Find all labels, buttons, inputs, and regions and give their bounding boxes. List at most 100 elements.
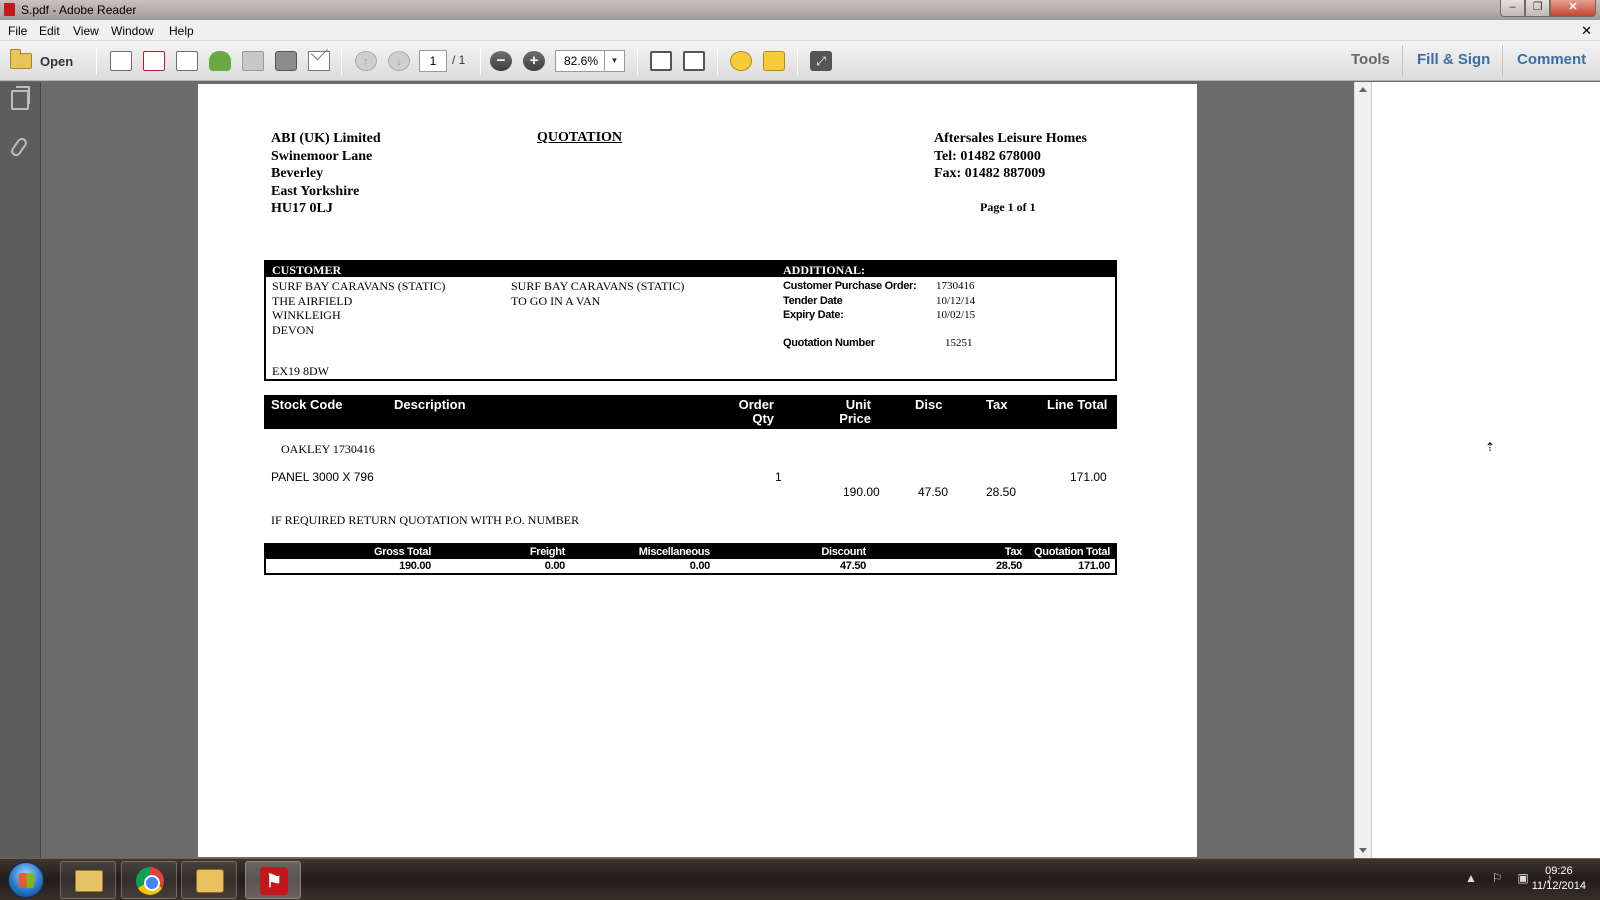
col-qty-label: Qty xyxy=(752,411,774,426)
line-disc: 47.50 xyxy=(918,485,949,499)
delivery-address: SURF BAY CARAVANS (STATIC) TO GO IN A VA… xyxy=(511,279,684,308)
scroll-down-icon[interactable] xyxy=(1359,848,1367,853)
discount-label: Discount xyxy=(821,546,866,558)
tender-date-label: Tender Date xyxy=(783,294,843,307)
zoom-in-icon[interactable]: + xyxy=(523,51,545,71)
open-label: Open xyxy=(40,53,74,69)
col-unit-price: Unit Price xyxy=(831,398,871,426)
show-hidden-icons-icon[interactable]: ▲ xyxy=(1464,871,1478,885)
export-pdf-icon[interactable] xyxy=(143,51,165,71)
highlight-icon[interactable] xyxy=(763,51,785,71)
customer-address-line: WINKLEIGH xyxy=(272,308,341,322)
full-screen-icon[interactable]: ⤢ xyxy=(810,51,832,71)
start-button[interactable] xyxy=(8,862,44,898)
close-button[interactable]: ✕ xyxy=(1550,0,1596,17)
taskbar: ⚑ ▲ ⚐ ▣ ♪ 09:26 11/12/2014 xyxy=(0,858,1600,900)
toolbar-divider xyxy=(96,47,97,75)
taskbar-reader-button[interactable]: ⚑ xyxy=(245,861,301,899)
email-icon[interactable] xyxy=(308,51,330,71)
tools-pane-button[interactable]: Tools xyxy=(1351,51,1390,68)
upload-cloud-icon[interactable] xyxy=(209,51,231,71)
zoom-select[interactable]: 82.6% ▼ xyxy=(555,50,625,72)
toolbar-divider xyxy=(797,47,798,75)
company-street: Swinemoor Lane xyxy=(271,148,373,164)
menu-window[interactable]: Window xyxy=(111,24,154,38)
restore-button[interactable]: ❐ xyxy=(1525,0,1550,17)
supplier-fax: Fax: 01482 887009 xyxy=(934,166,1046,181)
taskbar-outlook-button[interactable] xyxy=(181,861,237,899)
delivery-address-line: TO GO IN A VAN xyxy=(511,293,601,308)
next-page-icon[interactable]: ↓ xyxy=(388,51,410,71)
scroll-up-icon[interactable] xyxy=(1359,87,1367,92)
menu-view[interactable]: View xyxy=(73,24,99,38)
system-clock[interactable]: 09:26 11/12/2014 xyxy=(1532,864,1586,894)
print-icon[interactable] xyxy=(275,51,297,71)
discount-value: 47.50 xyxy=(839,560,866,572)
toolbar-divider xyxy=(341,47,342,75)
page-total: / 1 xyxy=(452,53,466,67)
taskbar-explorer-button[interactable] xyxy=(60,861,116,899)
tools-side-panel: ⇡ xyxy=(1371,82,1600,858)
toolbar-divider xyxy=(480,47,481,75)
window-title: S.pdf - Adobe Reader xyxy=(21,3,137,17)
clock-time: 09:26 xyxy=(1545,865,1573,877)
action-center-flag-icon[interactable]: ⚐ xyxy=(1490,871,1504,885)
fit-page-icon[interactable] xyxy=(683,51,705,71)
supplier-name: Aftersales Leisure Homes xyxy=(934,131,1087,146)
company-town: Beverley xyxy=(271,166,324,181)
quotation-total-value: 171.00 xyxy=(1078,560,1110,572)
chrome-icon xyxy=(136,867,164,895)
quotation-number-label: Quotation Number xyxy=(783,337,875,349)
company-postcode: HU17 0LJ xyxy=(271,201,333,216)
fill-sign-pane-button[interactable]: Fill & Sign xyxy=(1417,51,1490,68)
quotation-total-label: Quotation Total xyxy=(1034,546,1110,558)
open-button[interactable]: Open xyxy=(10,49,73,73)
attachments-icon[interactable] xyxy=(9,135,29,159)
additional-header: ADDITIONAL: xyxy=(783,263,866,277)
freight-label: Freight xyxy=(529,546,565,558)
miscellaneous-value: 0.00 xyxy=(689,560,711,572)
previous-page-icon[interactable]: ↑ xyxy=(355,51,377,71)
edit-pdf-icon[interactable] xyxy=(176,51,198,71)
customer-header: CUSTOMER xyxy=(272,263,342,277)
menu-help[interactable]: Help xyxy=(169,24,194,38)
company-county: East Yorkshire xyxy=(271,183,360,199)
col-line-total: Line Total xyxy=(1047,397,1108,412)
page-thumbnails-icon[interactable] xyxy=(11,86,30,110)
fit-width-icon[interactable] xyxy=(650,51,672,71)
company-address: ABI (UK) Limited Swinemoor Lane Beverley… xyxy=(271,130,381,218)
line-reference: OAKLEY 1730416 xyxy=(281,442,375,456)
minimize-button[interactable]: – xyxy=(1500,0,1525,17)
network-icon[interactable]: ▣ xyxy=(1516,871,1530,885)
save-icon[interactable] xyxy=(242,51,264,71)
pdf-page: ABI (UK) Limited Swinemoor Lane Beverley… xyxy=(198,84,1197,857)
menu-edit[interactable]: Edit xyxy=(39,24,60,38)
additional-values: 1730416 10/12/14 10/02/15 xyxy=(936,279,975,323)
vertical-scrollbar[interactable] xyxy=(1354,82,1371,858)
create-pdf-icon[interactable] xyxy=(110,51,132,71)
toolbar-divider xyxy=(717,47,718,75)
clock-date: 11/12/2014 xyxy=(1531,880,1586,892)
page-number-input[interactable]: 1 xyxy=(419,50,447,72)
freight-value: 0.00 xyxy=(544,560,566,572)
supplier-tel: Tel: 01482 678000 xyxy=(934,148,1041,164)
gross-total-value: 190.00 xyxy=(399,560,431,572)
col-stock-code: Stock Code xyxy=(271,397,343,412)
comment-pane-button[interactable]: Comment xyxy=(1517,51,1586,68)
purchase-order-label: Customer Purchase Order: xyxy=(783,280,917,292)
totals-tax-label: Tax xyxy=(1004,546,1023,558)
chevron-down-icon[interactable]: ▼ xyxy=(604,51,624,71)
zoom-value: 82.6% xyxy=(564,54,599,68)
line-qty: 1 xyxy=(775,470,782,484)
title-bar: S.pdf - Adobe Reader – ❐ ✕ xyxy=(0,0,1600,20)
additional-labels: Customer Purchase Order: Tender Date Exp… xyxy=(783,279,917,323)
taskbar-chrome-button[interactable] xyxy=(121,861,177,899)
adobe-reader-icon: ⚑ xyxy=(260,867,288,895)
menu-file[interactable]: File xyxy=(8,24,27,38)
close-document-icon[interactable]: ✕ xyxy=(1581,23,1592,39)
sticky-note-icon[interactable] xyxy=(730,51,752,71)
purchase-order-value: 1730416 xyxy=(936,280,975,292)
toolbar-divider xyxy=(1502,45,1503,77)
customer-address: SURF BAY CARAVANS (STATIC) THE AIRFIELD … xyxy=(272,279,445,337)
zoom-out-icon[interactable]: − xyxy=(490,51,512,71)
